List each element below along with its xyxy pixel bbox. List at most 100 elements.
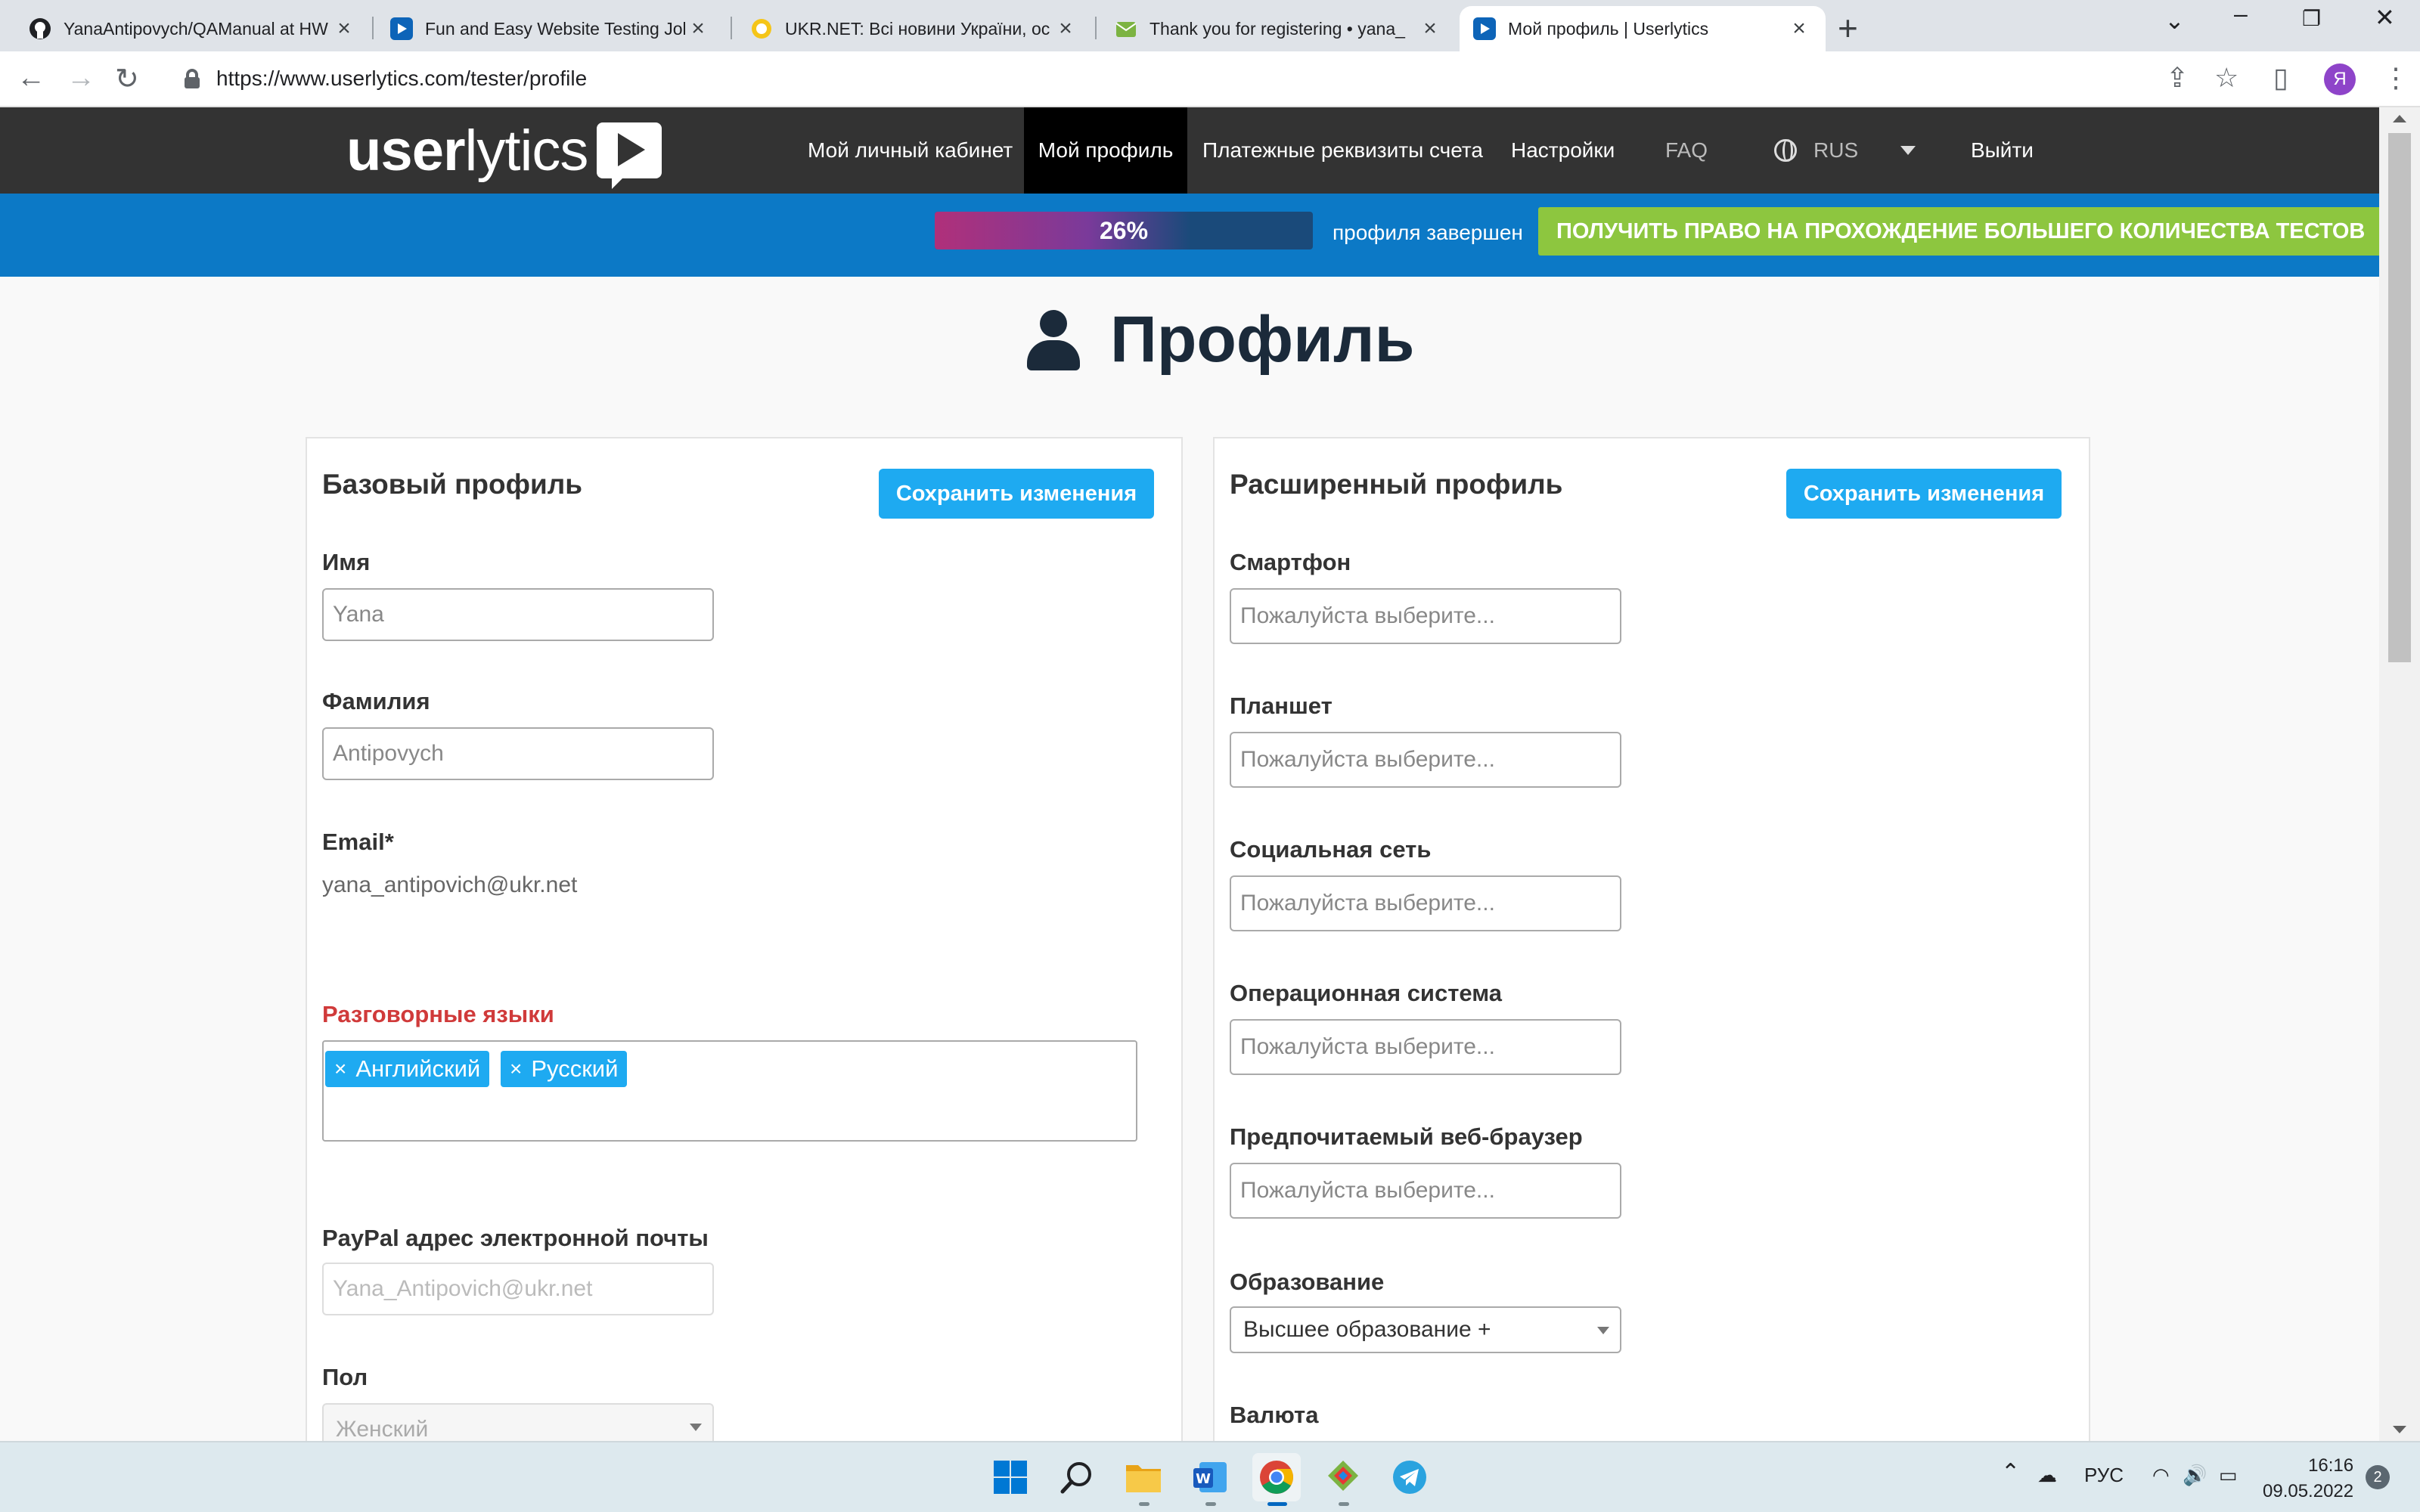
search-icon[interactable]	[1053, 1453, 1101, 1501]
logo-text-bold: user	[346, 118, 466, 183]
share-icon[interactable]: ⇪	[2166, 62, 2189, 94]
remove-tag-icon[interactable]: ×	[334, 1057, 346, 1081]
browser-tab-bar: YanaAntipovych/QAManual at HW × Fun and …	[0, 0, 2420, 51]
battery-icon[interactable]: ▭	[2219, 1464, 2238, 1487]
basic-profile-card: Базовый профиль Сохранить изменения Имя …	[306, 437, 1183, 1495]
extended-profile-card: Расширенный профиль Сохранить изменения …	[1213, 437, 2090, 1495]
url-field[interactable]: https://www.userlytics.com/tester/profil…	[165, 59, 2313, 98]
page-scrollbar[interactable]	[2379, 107, 2420, 1441]
nav-faq[interactable]: FAQ	[1650, 107, 1723, 194]
email-value: yana_antipovich@ukr.net	[322, 872, 578, 897]
tablet-label: Планшет	[1230, 692, 1333, 719]
app-icon[interactable]	[1319, 1453, 1367, 1506]
language-tag[interactable]: × Русский	[501, 1051, 628, 1087]
minimize-icon[interactable]: –	[2234, 0, 2248, 28]
nav-dashboard[interactable]: Мой личный кабинет	[793, 107, 1028, 194]
restore-icon[interactable]: ❐	[2302, 6, 2321, 31]
social-network-select[interactable]: Пожалуйста выберите...	[1230, 875, 1621, 931]
onedrive-icon[interactable]: ☁	[2037, 1464, 2057, 1487]
nav-settings[interactable]: Настройки	[1496, 107, 1630, 194]
smartphone-label: Смартфон	[1230, 549, 1351, 575]
last-name-field[interactable]: Antipovych	[322, 727, 714, 780]
close-tab-icon[interactable]: ×	[1417, 16, 1443, 42]
browser-tab[interactable]: UKR.NET: Всі новини України, ос ×	[737, 6, 1092, 51]
side-panel-icon[interactable]: ▯	[2273, 62, 2288, 94]
close-tab-icon[interactable]: ×	[331, 16, 357, 42]
tab-separator	[1095, 17, 1097, 39]
currency-label: Валюта	[1230, 1402, 1319, 1428]
languages-field[interactable]: × Английский × Русский	[322, 1040, 1137, 1142]
education-label: Образование	[1230, 1269, 1385, 1295]
notification-badge[interactable]: 2	[2366, 1465, 2390, 1489]
profile-progress-bar: 26%	[935, 212, 1313, 249]
save-basic-button[interactable]: Сохранить изменения	[879, 469, 1154, 519]
nav-payment[interactable]: Платежные реквизиты счета	[1187, 107, 1498, 194]
paypal-email-field[interactable]: Yana_Antipovich@ukr.net	[322, 1263, 714, 1315]
running-indicator	[1139, 1502, 1150, 1506]
input-language[interactable]: РУС	[2084, 1464, 2124, 1487]
word-icon[interactable]: W	[1186, 1453, 1234, 1506]
qualify-more-tests-button[interactable]: ПОЛУЧИТЬ ПРАВО НА ПРОХОЖДЕНИЕ БОЛЬШЕГО К…	[1538, 207, 2384, 256]
page-title-text: Профиль	[1110, 303, 1415, 376]
nav-logout[interactable]: Выйти	[1956, 107, 2049, 194]
close-window-icon[interactable]: ✕	[2375, 3, 2395, 32]
language-selector[interactable]: RUS	[1759, 107, 1931, 194]
volume-icon[interactable]: 🔊	[2183, 1464, 2207, 1487]
chevron-down-icon	[1900, 146, 1916, 155]
close-tab-icon[interactable]: ×	[1053, 16, 1078, 42]
os-select[interactable]: Пожалуйста выберите...	[1230, 1019, 1621, 1075]
windows-start-icon[interactable]	[986, 1453, 1035, 1501]
browser-tab[interactable]: YanaAntipovych/QAManual at HW ×	[15, 6, 371, 51]
reload-icon[interactable]: ↻	[115, 62, 139, 96]
telegram-icon[interactable]	[1385, 1453, 1434, 1501]
windows-taskbar: W ⌃ ☁ РУС ◠ 🔊 ▭ 16:16 09.05.2022 2	[0, 1441, 2420, 1512]
globe-icon	[1774, 139, 1797, 162]
userlytics-logo[interactable]: user lytics	[346, 116, 662, 189]
gender-label: Пол	[322, 1364, 368, 1390]
language-tag[interactable]: × Английский	[325, 1051, 490, 1087]
browser-tab-active[interactable]: Мой профиль | Userlytics ×	[1460, 6, 1826, 51]
profile-avatar[interactable]: Я	[2324, 64, 2356, 95]
os-label: Операционная система	[1230, 980, 1503, 1006]
profile-completion-band: 26% профиля завершен ПОЛУЧИТЬ ПРАВО НА П…	[0, 194, 2384, 277]
scroll-up-icon[interactable]	[2393, 115, 2406, 122]
show-hidden-icons[interactable]: ⌃	[2001, 1459, 2020, 1486]
tablet-select[interactable]: Пожалуйста выберите...	[1230, 732, 1621, 788]
language-label: RUS	[1813, 138, 1859, 162]
tab-title: YanaAntipovych/QAManual at HW	[64, 18, 328, 39]
browser-label: Предпочитаемый веб-браузер	[1230, 1123, 1583, 1150]
close-tab-icon[interactable]: ×	[1786, 16, 1812, 42]
scroll-down-icon[interactable]	[2393, 1426, 2406, 1433]
languages-label: Разговорные языки	[322, 1001, 554, 1027]
bookmark-star-icon[interactable]: ☆	[2214, 62, 2238, 94]
browser-tab[interactable]: Thank you for registering • yana_ ×	[1101, 6, 1457, 51]
browser-tab[interactable]: Fun and Easy Website Testing Job ×	[377, 6, 724, 51]
first-name-field[interactable]: Yana	[322, 588, 714, 641]
browser-select[interactable]: Пожалуйста выберите...	[1230, 1163, 1621, 1219]
chrome-icon[interactable]	[1252, 1453, 1301, 1506]
tab-separator	[372, 17, 374, 39]
wifi-icon[interactable]: ◠	[2152, 1464, 2170, 1487]
scroll-thumb[interactable]	[2388, 133, 2411, 662]
back-icon[interactable]: ←	[17, 62, 45, 94]
education-select[interactable]: Высшее образование +	[1230, 1306, 1621, 1353]
first-name-label: Имя	[322, 549, 371, 575]
remove-tag-icon[interactable]: ×	[510, 1057, 522, 1081]
last-name-label: Фамилия	[322, 688, 430, 714]
file-explorer-icon[interactable]	[1119, 1453, 1168, 1506]
chevron-down-icon	[690, 1424, 702, 1431]
smartphone-select[interactable]: Пожалуйста выберите...	[1230, 588, 1621, 644]
clock-time: 16:16	[2308, 1455, 2354, 1476]
menu-dots-icon[interactable]: ⋮	[2382, 62, 2409, 94]
forward-icon[interactable]: →	[67, 62, 95, 94]
system-clock[interactable]: 16:16 09.05.2022	[2263, 1453, 2353, 1504]
new-tab-icon[interactable]: +	[1838, 8, 1858, 48]
tab-search-icon[interactable]: ⌄	[2164, 6, 2185, 35]
site-header: user lytics Мой личный кабинет Мой профил…	[0, 107, 2379, 194]
nav-profile[interactable]: Мой профиль	[1024, 107, 1187, 194]
tab-separator	[731, 17, 732, 39]
running-indicator	[1205, 1502, 1216, 1506]
close-tab-icon[interactable]: ×	[685, 16, 711, 42]
tab-title: Thank you for registering • yana_	[1150, 18, 1405, 39]
save-extended-button[interactable]: Сохранить изменения	[1786, 469, 2062, 519]
